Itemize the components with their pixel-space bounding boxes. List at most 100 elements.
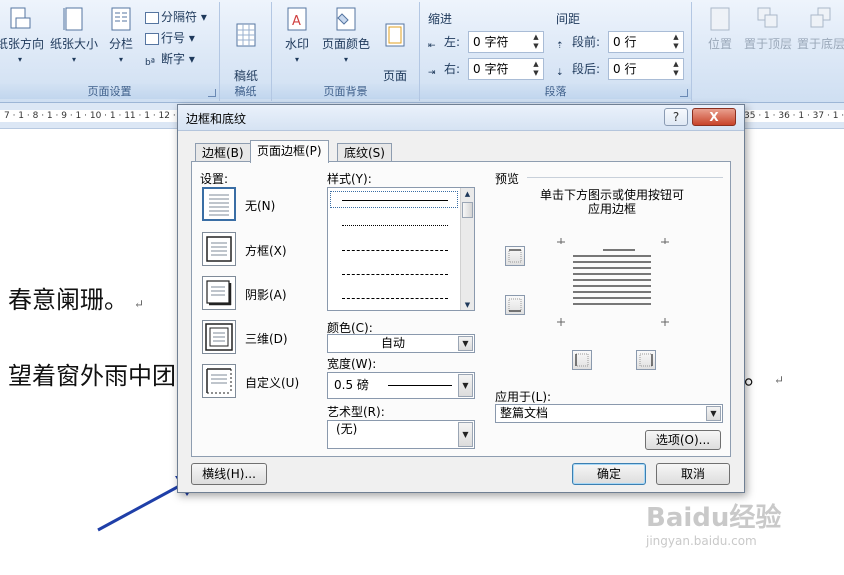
style-dashed-line[interactable] [342,274,448,275]
baidu-watermark: Baidu经验 jingyan.baidu.com [646,497,806,557]
orientation-button[interactable]: 纸张方向 ▾ [0,6,44,68]
hyphenation-button[interactable]: bª 断字 ▾ [145,50,195,68]
paper-size-button[interactable]: 纸张大小 ▾ [48,6,100,68]
indent-right-value: 0 字符 [473,62,509,76]
setting-box-label[interactable]: 方框(X) [245,242,287,259]
page-color-icon [336,7,356,31]
bottom-border-button[interactable] [505,295,525,315]
style-solid-line[interactable] [342,200,448,201]
indent-left-label: 左: [444,35,461,49]
setting-custom-icon[interactable] [202,364,236,398]
document-line-1[interactable]: 春意阑珊。 ↵ [8,280,144,315]
left-border-button[interactable] [572,350,592,370]
scroll-up-icon[interactable]: ▲ [461,188,474,200]
document-line-2-end[interactable]: 。 ↵ [744,356,784,391]
width-label: 宽度(W): [327,357,377,371]
help-button[interactable]: ? [664,108,688,126]
style-dashed-small-line[interactable] [342,250,448,251]
ok-button[interactable]: 确定 [572,463,646,485]
close-button[interactable]: X [692,108,736,126]
document-line-2-text: 望着窗外雨中团 [8,362,176,390]
line-numbers-icon [145,32,159,45]
spacing-before-value: 0 行 [613,35,637,49]
setting-custom-label[interactable]: 自定义(U) [245,374,299,391]
paper-size-icon [63,7,83,31]
cancel-button[interactable]: 取消 [656,463,730,485]
columns-label: 分栏 [108,37,133,51]
width-dropdown-icon[interactable]: ▼ [458,374,473,397]
send-to-back-button[interactable]: 置于底层 [796,6,844,52]
page-setup-group: 纸张方向 ▾ 纸张大小 ▾ 分栏 ▾ 分隔符 ▾ 行号 ▾ bª 断字 ▾ 页面设… [0,2,220,101]
spacing-after-input[interactable]: 0 行 ▲ ▼ [608,58,684,80]
horizontal-line-button[interactable]: 横线(H)... [191,463,267,485]
tab-borders[interactable]: 边框(B) [195,143,251,162]
color-select[interactable]: 自动 ▼ [327,334,475,353]
indent-left-value: 0 字符 [473,35,509,49]
columns-button[interactable]: 分栏 ▾ [104,6,138,68]
options-button[interactable]: 选项(O)... [645,430,721,450]
page-setup-launcher[interactable] [208,89,216,97]
width-select[interactable]: 0.5 磅 ▼ [327,372,475,399]
document-line-2-end-text: 。 [744,362,768,390]
spacing-after-label: 段后: [572,62,601,76]
scroll-thumb[interactable] [462,202,473,218]
indent-left-input[interactable]: 0 字符 ▲ ▼ [468,31,544,53]
columns-icon [111,7,131,31]
indent-title: 缩进 [428,12,453,26]
manuscript-group: 稿纸 设置 稿纸 [220,2,272,101]
indent-right-spinner[interactable]: ▲ ▼ [531,60,541,78]
manuscript-icon [236,23,256,47]
art-select[interactable]: (无) ▼ [327,420,475,449]
setting-3d-label[interactable]: 三维(D) [245,330,288,347]
watermark-button[interactable]: A 水印 ▾ [280,6,314,68]
spacing-before-input[interactable]: 0 行 ▲ ▼ [608,31,684,53]
breaks-button[interactable]: 分隔符 ▾ [145,8,207,26]
watermark-brand: Baidu经验 [646,503,782,533]
indent-right-input[interactable]: 0 字符 ▲ ▼ [468,58,544,80]
watermark-icon: A [287,7,307,31]
paragraph-launcher[interactable] [680,89,688,97]
dialog-title: 边框和底纹 [186,112,247,126]
scroll-down-icon[interactable]: ▼ [461,301,474,309]
svg-text:A: A [292,14,301,29]
line-numbers-button[interactable]: 行号 ▾ [145,29,195,47]
style-dotted-line[interactable] [342,225,448,226]
setting-none-icon[interactable] [202,187,236,221]
indent-left-spinner[interactable]: ▲ ▼ [531,33,541,51]
breaks-label: 分隔符 ▾ [161,10,207,24]
dialog-titlebar[interactable]: 边框和底纹 ? X [178,105,744,131]
right-border-button[interactable] [636,350,656,370]
color-dropdown-icon[interactable]: ▼ [458,336,473,351]
tab-shading[interactable]: 底纹(S) [337,143,392,162]
spacing-before-spinner[interactable]: ▲ ▼ [671,33,681,51]
paragraph-group: 缩进 ⇤ 左: 0 字符 ▲ ▼ ⇥ 右: 0 字符 ▲ ▼ 间距 ⇡ 段前: 0 行 ▲… [420,2,692,101]
preview-divider [527,177,723,178]
preview-page[interactable] [557,234,671,330]
setting-box-icon[interactable] [202,232,236,266]
spacing-after-icon: ⇣ [556,67,564,78]
paragraph-group-label: 段落 [420,84,691,99]
setting-shadow-label[interactable]: 阴影(A) [245,286,287,303]
apply-to-dropdown-icon[interactable]: ▼ [706,406,721,421]
setting-shadow-icon[interactable] [202,276,236,310]
document-line-2[interactable]: 望着窗外雨中团 [8,356,176,391]
apply-to-select[interactable]: 整篇文档 ▼ [495,404,723,423]
tab-page-border[interactable]: 页面边框(P) [250,140,329,163]
setting-3d-icon[interactable] [202,320,236,354]
hyphenation-label: 断字 ▾ [161,52,195,66]
style-dash-dot-line[interactable] [342,298,448,299]
setting-none-label[interactable]: 无(N) [245,197,275,214]
position-button[interactable]: 位置 [700,6,740,52]
style-list[interactable]: ▲ ▼ [327,187,475,311]
spacing-after-label-row: ⇣ 段后: [556,60,600,78]
top-border-button[interactable] [505,246,525,266]
borders-shading-dialog: 边框和底纹 ? X 边框(B) 页面边框(P) 底纹(S) 设置: 无(N) 方… [177,104,745,493]
art-dropdown-icon[interactable]: ▼ [458,422,473,447]
watermark-url: jingyan.baidu.com [646,534,757,548]
page-color-button[interactable]: 页面颜色 ▾ [318,6,374,68]
style-list-scrollbar[interactable]: ▲ ▼ [460,188,474,310]
page-border-panel: 设置: 无(N) 方框(X) 阴影(A) 三维(D) 自定义(U) 样式(Y): [191,161,731,457]
spacing-after-spinner[interactable]: ▲ ▼ [671,60,681,78]
indent-right-label: 右: [444,62,461,76]
bring-to-front-button[interactable]: 置于顶层 [742,6,794,52]
